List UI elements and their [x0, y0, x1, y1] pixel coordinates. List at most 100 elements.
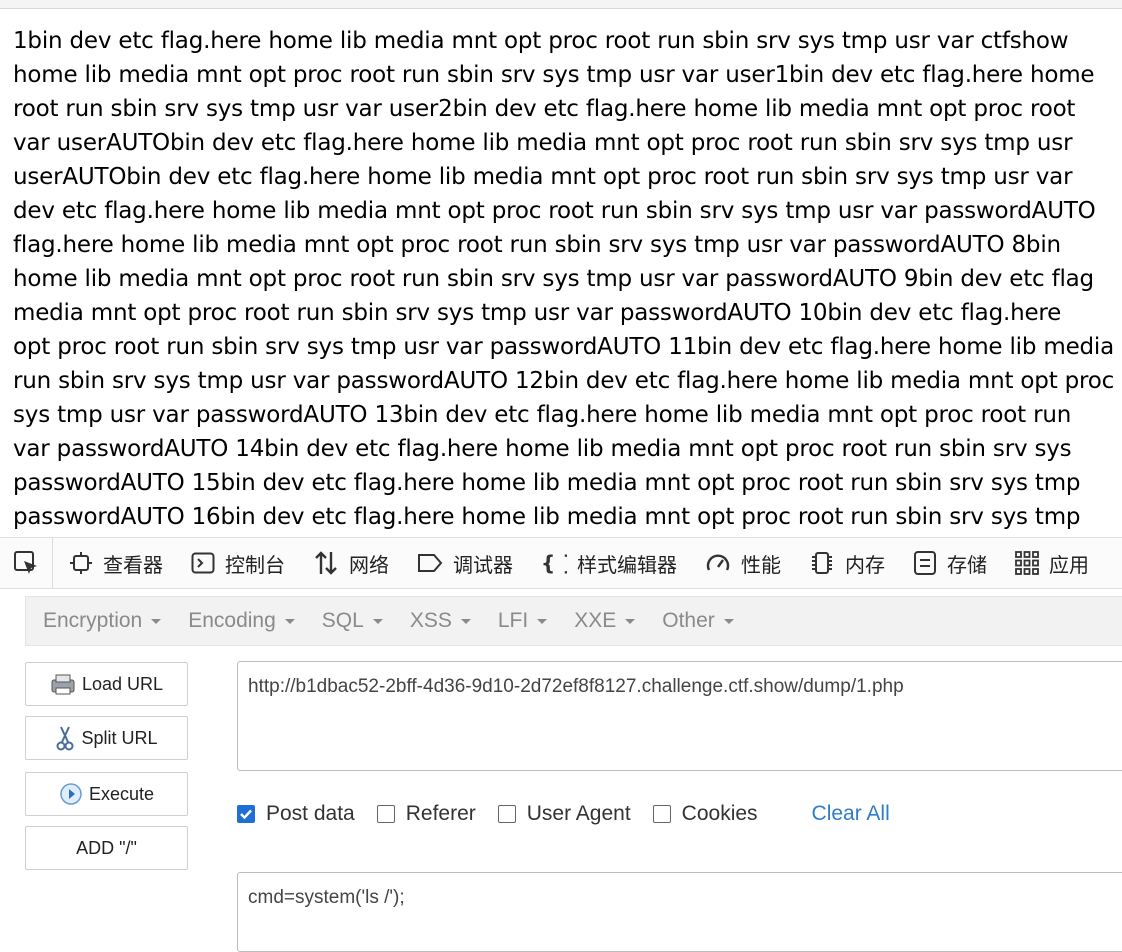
menu-xxe[interactable]: XXE	[564, 609, 645, 633]
output-line: dev etc flag.here home lib media mnt opt…	[13, 198, 1096, 224]
browser-top-edge	[0, 0, 1122, 9]
performance-icon	[706, 554, 730, 571]
output-line: userAUTObin dev etc flag.here home lib m…	[13, 164, 1073, 190]
tab-label: 网络	[349, 552, 389, 577]
inspector-icon	[70, 552, 92, 574]
tab-network[interactable]: 网络	[297, 538, 401, 588]
output-line: passwordAUTO 16bin dev etc flag.here hom…	[13, 504, 1081, 530]
tab-label: 控制台	[225, 552, 285, 577]
add-slash-button[interactable]: ADD "/"	[25, 826, 188, 870]
button-label: Load URL	[81, 673, 164, 694]
user-agent-option[interactable]: User Agent	[497, 802, 631, 826]
tab-style-editor[interactable]: { } 样式编辑器	[525, 538, 689, 588]
user-agent-checkbox[interactable]	[497, 805, 516, 823]
option-label: Cookies	[681, 802, 758, 825]
caret-down-icon	[372, 618, 383, 624]
url-textarea[interactable]: http://b1dbac52-2bff-4d36-9d10-2d72ef8f8…	[237, 661, 1122, 771]
button-label: Execute	[88, 783, 155, 804]
output-line: var passwordAUTO 14bin dev etc flag.here…	[13, 436, 1072, 462]
hackbar-menubar: Encryption Encoding SQL XSS LFI XXE Othe…	[25, 596, 1122, 646]
output-line: root run sbin srv sys tmp usr var user2b…	[13, 96, 1076, 122]
menu-label: SQL	[321, 609, 364, 632]
clear-all-link[interactable]: Clear All	[812, 802, 890, 826]
application-icon	[1015, 551, 1039, 575]
style-editor-icon: { }	[541, 551, 567, 575]
caret-down-icon	[537, 618, 548, 624]
debugger-icon	[418, 554, 443, 572]
menu-lfi[interactable]: LFI	[488, 609, 557, 633]
tab-storage[interactable]: 存储	[897, 538, 999, 588]
menu-label: Other	[662, 609, 715, 632]
element-picker-icon	[14, 551, 37, 574]
split-url-button[interactable]: Split URL	[25, 716, 188, 760]
svg-text:{ }: { }	[541, 551, 567, 575]
output-line: 1bin dev etc flag.here home lib media mn…	[13, 28, 1069, 54]
storage-icon	[914, 551, 936, 575]
menu-label: XXE	[574, 609, 617, 632]
page-output: 1bin dev etc flag.here home lib media mn…	[13, 24, 1122, 534]
caret-down-icon	[151, 618, 162, 624]
tab-label: 调试器	[453, 552, 513, 577]
output-line: var userAUTObin dev etc flag.here home l…	[13, 130, 1073, 156]
tab-inspector[interactable]: 查看器	[53, 538, 175, 588]
option-label: Post data	[266, 802, 355, 825]
menu-label: XSS	[409, 609, 452, 632]
menu-label: LFI	[497, 609, 529, 632]
post-data-checkbox[interactable]	[237, 805, 255, 823]
tab-memory[interactable]: 内存	[793, 538, 897, 588]
request-options: Post data Referer User Agent Cookies Cle…	[237, 800, 890, 828]
output-line: home lib media mnt opt proc root run sbi…	[13, 62, 1095, 88]
network-icon	[315, 551, 337, 575]
tab-label: 应用	[1049, 552, 1089, 577]
menu-sql[interactable]: SQL	[312, 609, 393, 633]
post-data-value: cmd=system('ls /');	[248, 887, 405, 908]
menu-xss[interactable]: XSS	[400, 609, 481, 633]
caret-down-icon	[625, 618, 636, 624]
caret-down-icon	[723, 618, 734, 624]
cookies-option[interactable]: Cookies	[652, 802, 758, 826]
load-url-button[interactable]: Load URL	[25, 662, 188, 706]
output-line: flag.here home lib media mnt opt proc ro…	[13, 232, 1061, 258]
button-label: Split URL	[81, 727, 158, 748]
referer-option[interactable]: Referer	[376, 802, 476, 826]
url-value: http://b1dbac52-2bff-4d36-9d10-2d72ef8f8…	[248, 676, 904, 697]
output-line: home lib media mnt opt proc root run sbi…	[13, 266, 1094, 292]
output-line: run sbin srv sys tmp usr var passwordAUT…	[13, 368, 1115, 394]
menu-encryption[interactable]: Encryption	[33, 609, 171, 633]
tab-label: 样式编辑器	[577, 552, 677, 577]
post-data-option[interactable]: Post data	[237, 802, 355, 826]
tab-label: 内存	[845, 552, 885, 577]
option-label: User Agent	[526, 802, 631, 825]
output-line: opt proc root run sbin srv sys tmp usr v…	[13, 334, 1115, 360]
button-label: ADD "/"	[76, 837, 137, 858]
console-icon	[191, 552, 215, 574]
menu-label: Encoding	[188, 609, 276, 632]
output-line: sys tmp usr var passwordAUTO 13bin dev e…	[13, 402, 1072, 428]
caret-down-icon	[284, 618, 295, 624]
element-picker-button[interactable]	[0, 538, 53, 588]
execute-button[interactable]: Execute	[25, 772, 188, 816]
load-url-icon	[51, 674, 75, 695]
tab-console[interactable]: 控制台	[175, 538, 297, 588]
output-line: passwordAUTO 15bin dev etc flag.here hom…	[13, 470, 1081, 496]
tab-label: 性能	[741, 552, 781, 577]
tab-label: 存储	[947, 552, 987, 577]
memory-icon	[812, 552, 832, 574]
post-data-textarea[interactable]: cmd=system('ls /');	[237, 872, 1122, 952]
option-label: Referer	[405, 802, 476, 825]
play-icon	[60, 783, 82, 805]
menu-other[interactable]: Other	[652, 609, 744, 633]
devtools-toolbar: 查看器 控制台 网络 调试器 { } 样式编辑器 性能 内存 存储 应用	[0, 537, 1122, 589]
output-line: media mnt opt proc root run sbin srv sys…	[13, 300, 1062, 326]
tab-performance[interactable]: 性能	[689, 538, 793, 588]
menu-label: Encryption	[43, 609, 143, 632]
tab-debugger[interactable]: 调试器	[401, 538, 525, 588]
menu-encoding[interactable]: Encoding	[178, 609, 305, 633]
tab-label: 查看器	[103, 552, 163, 577]
referer-checkbox[interactable]	[376, 805, 395, 823]
checkmark-icon	[240, 809, 252, 820]
tab-application[interactable]: 应用	[999, 538, 1101, 588]
cookies-checkbox[interactable]	[652, 805, 671, 823]
caret-down-icon	[460, 618, 471, 624]
scissors-icon	[56, 726, 74, 751]
